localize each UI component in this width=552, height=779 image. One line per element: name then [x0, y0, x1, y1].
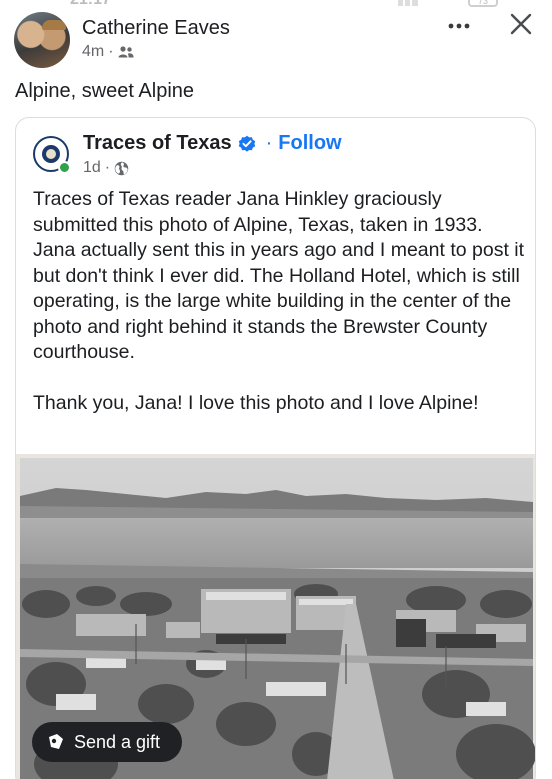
post-time[interactable]: 4m: [82, 43, 104, 61]
status-time: 21:17: [70, 0, 111, 9]
shared-post-paragraph-2: Thank you, Jana! I love this photo and I…: [33, 391, 479, 414]
close-button[interactable]: [506, 10, 536, 40]
more-horizontal-icon: [448, 23, 470, 29]
shared-post-paragraph-1: Traces of Texas reader Jana Hinkley grac…: [33, 188, 525, 363]
shared-post-meta: 1d ·: [83, 159, 129, 177]
follow-button[interactable]: Follow: [278, 132, 341, 155]
verified-badge-icon: [238, 135, 255, 152]
status-bar: 21:17 73: [0, 0, 552, 10]
page-name[interactable]: Traces of Texas: [83, 132, 232, 155]
send-gift-button[interactable]: Send a gift: [32, 722, 182, 762]
post-meta: 4m ·: [82, 43, 134, 61]
shared-post-card[interactable]: Traces of Texas · Follow 1d · Traces of …: [15, 117, 536, 779]
post-text: Alpine, sweet Alpine: [15, 80, 195, 102]
battery-icon: 73: [468, 0, 498, 7]
more-options-button[interactable]: [444, 12, 474, 36]
shared-post-body: Traces of Texas reader Jana Hinkley grac…: [33, 187, 529, 416]
gift-icon: [49, 734, 63, 749]
globe-icon[interactable]: [114, 161, 129, 176]
online-status-dot: [58, 161, 71, 174]
follow-separator: ·: [265, 132, 273, 154]
close-icon: [510, 13, 532, 35]
shared-meta-separator: ·: [104, 159, 111, 176]
shared-post-time[interactable]: 1d: [83, 159, 101, 177]
friends-icon[interactable]: [118, 45, 134, 59]
signal-icon: [398, 0, 418, 6]
page-name-row: Traces of Texas · Follow: [83, 132, 342, 155]
send-gift-label: Send a gift: [74, 731, 161, 752]
author-name[interactable]: Catherine Eaves: [82, 17, 230, 40]
avatar-hat-detail: [42, 20, 66, 30]
author-avatar[interactable]: [14, 12, 70, 68]
post-header: Catherine Eaves 4m ·: [0, 10, 552, 72]
meta-separator: ·: [108, 43, 114, 60]
page-logo-face: [46, 149, 56, 159]
